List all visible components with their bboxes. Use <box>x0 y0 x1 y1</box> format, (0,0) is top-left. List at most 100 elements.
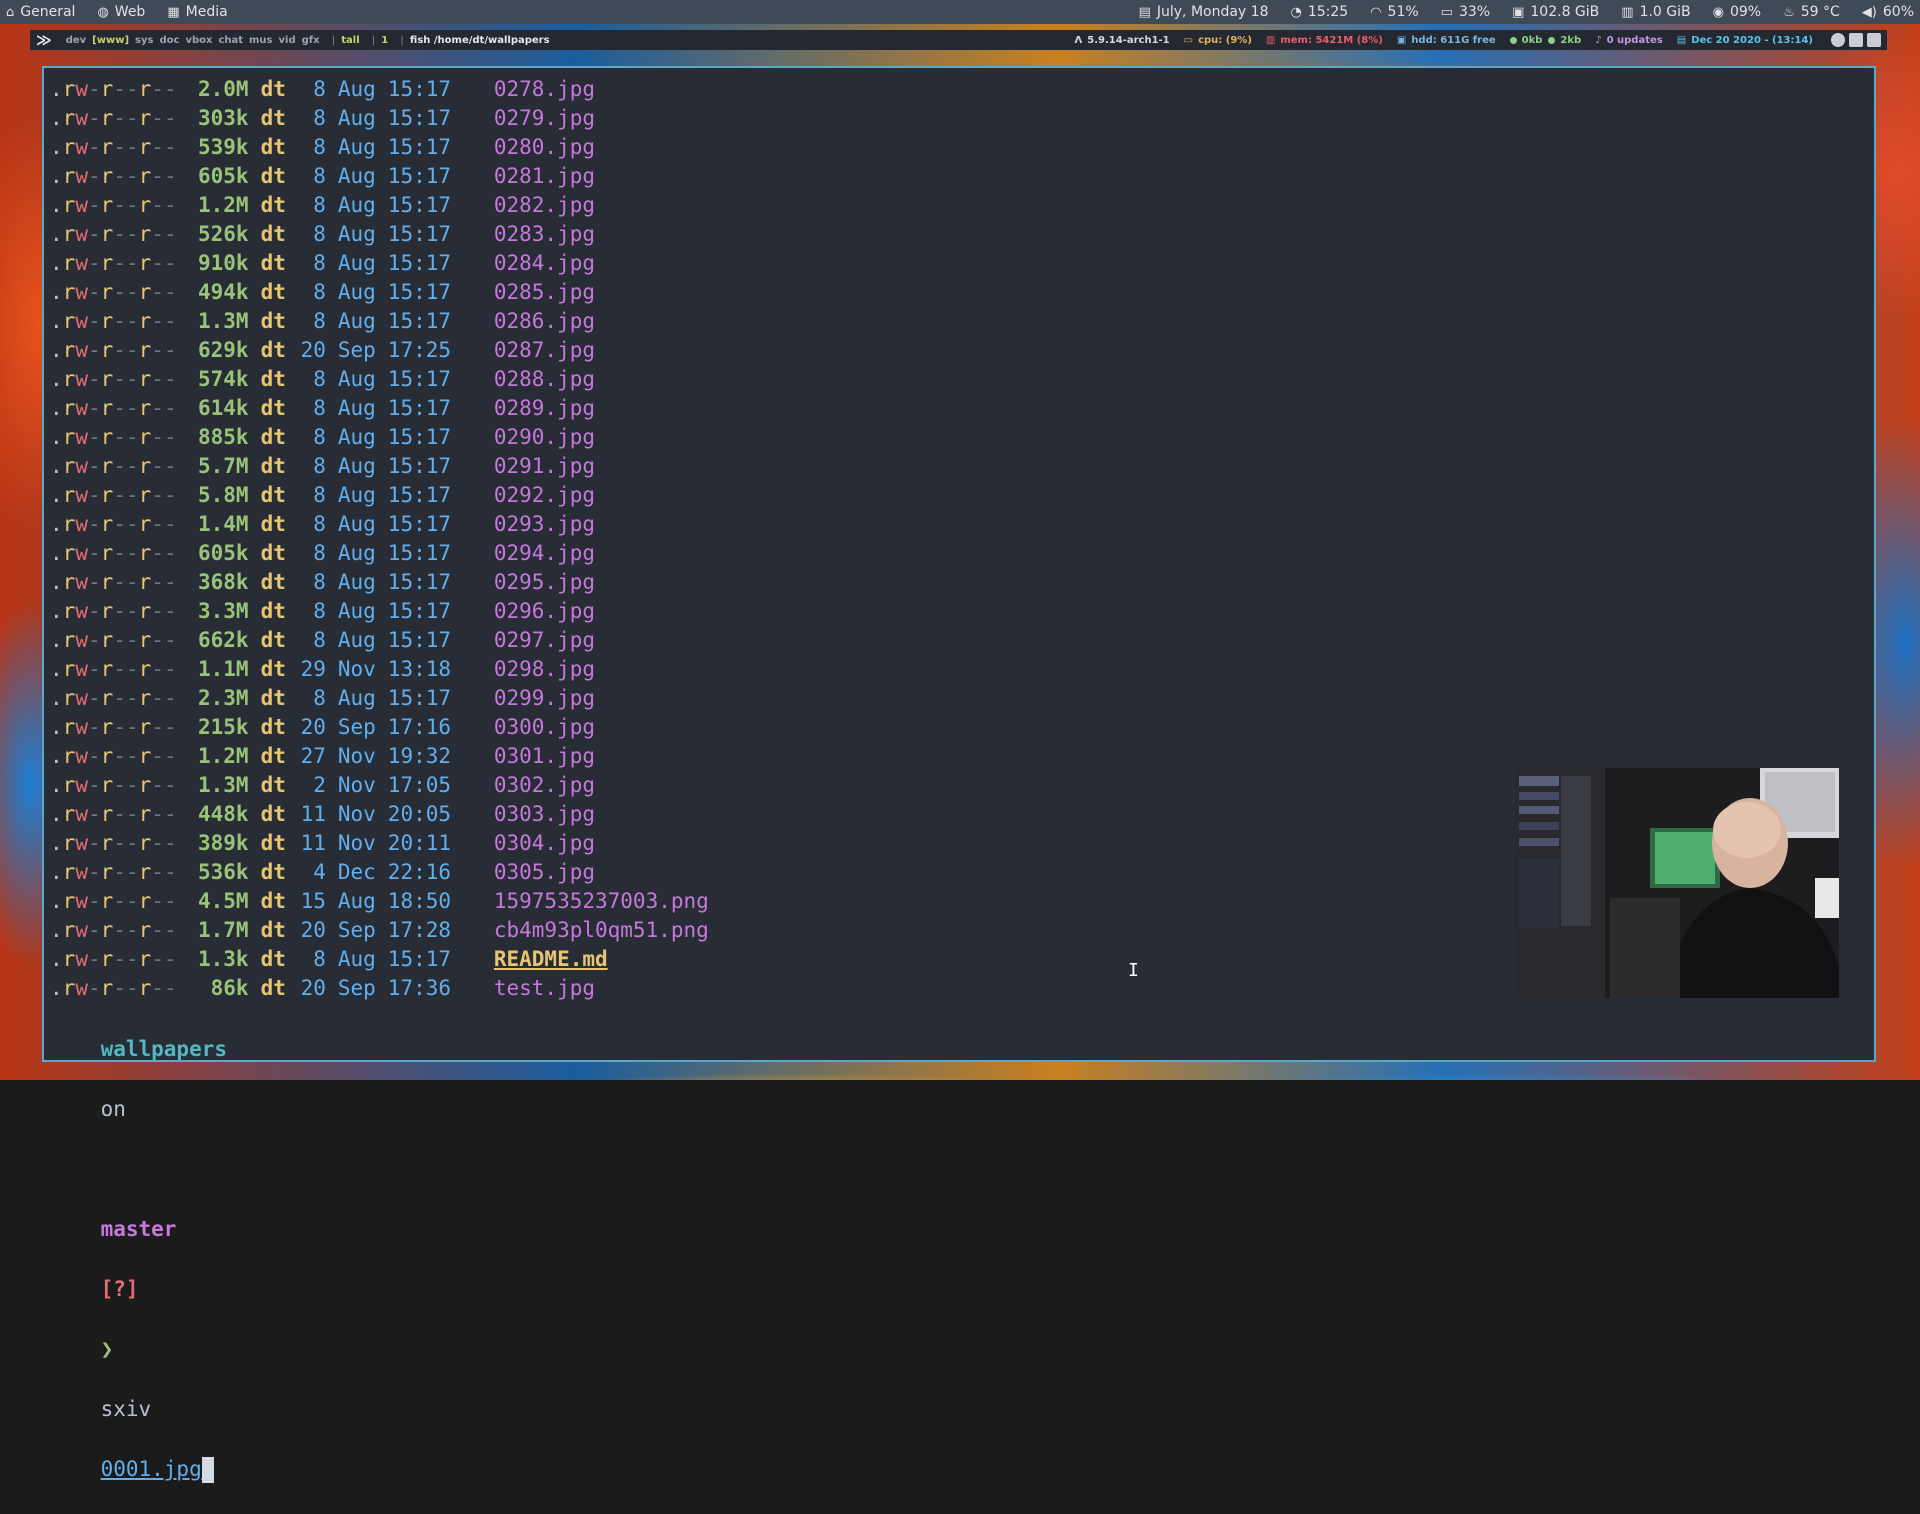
upload-icon <box>1548 36 1556 44</box>
tray-app-icon[interactable] <box>1831 33 1845 47</box>
file-date: 8 Aug 15:17 <box>298 75 484 104</box>
file-owner: dt <box>260 599 286 623</box>
file-owner: dt <box>260 280 286 304</box>
file-row: .rw-r--r-- 605k dt 8 Aug 15:17 0281.jpg <box>50 162 709 191</box>
panel-general-button[interactable]: ⌂ General <box>6 4 75 20</box>
file-date: 8 Aug 15:17 <box>298 481 484 510</box>
file-name[interactable]: 0283.jpg <box>494 222 595 246</box>
file-name[interactable]: 0292.jpg <box>494 483 595 507</box>
file-row: .rw-r--r-- 1.2M dt 8 Aug 15:17 0282.jpg <box>50 191 709 220</box>
panel-memory-label: 1.0 GiB <box>1639 4 1691 20</box>
panel-temperature[interactable]: ♨ 59 °C <box>1783 4 1840 20</box>
file-owner: dt <box>260 135 286 159</box>
file-name[interactable]: 0278.jpg <box>494 77 595 101</box>
kernel-info: Λ 5.9.14-arch1-1 <box>1075 35 1170 46</box>
webcam-image <box>1515 768 1839 998</box>
file-name[interactable]: 0298.jpg <box>494 657 595 681</box>
panel-wifi[interactable]: ◠ 51% <box>1370 4 1418 20</box>
file-name[interactable]: 0289.jpg <box>494 396 595 420</box>
file-name[interactable]: 0282.jpg <box>494 193 595 217</box>
file-name[interactable]: 0303.jpg <box>494 802 595 826</box>
file-name[interactable]: 0297.jpg <box>494 628 595 652</box>
panel-battery[interactable]: ▭ 33% <box>1441 4 1490 20</box>
workspace-sys[interactable]: sys <box>135 35 153 46</box>
file-day: 8 <box>313 164 326 188</box>
file-row: .rw-r--r-- 526k dt 8 Aug 15:17 0283.jpg <box>50 220 709 249</box>
panel-cpu-label: 09% <box>1729 4 1762 20</box>
shell-prompt[interactable]: wallpapers on master [?] ❯ sxiv 0001.jpg <box>50 1004 227 1483</box>
file-name[interactable]: test.jpg <box>494 976 595 1000</box>
file-name[interactable]: 0287.jpg <box>494 338 595 362</box>
panel-memory[interactable]: ▥ 1.0 GiB <box>1621 4 1690 20</box>
file-day: 20 <box>300 918 326 942</box>
file-name[interactable]: 0279.jpg <box>494 106 595 130</box>
file-name[interactable]: 0290.jpg <box>494 425 595 449</box>
workspace-www[interactable]: [www] <box>92 35 129 46</box>
xmonad-logo-icon[interactable]: ≫ <box>36 31 52 49</box>
prompt-command[interactable]: sxiv <box>101 1397 152 1421</box>
tray-network-icon[interactable] <box>1867 33 1881 47</box>
file-day: 8 <box>313 628 326 652</box>
file-name[interactable]: README.md <box>494 947 608 971</box>
workspace-dev[interactable]: dev <box>66 35 86 46</box>
panel-date[interactable]: ▤ July, Monday 18 <box>1139 4 1269 20</box>
file-name[interactable]: 0293.jpg <box>494 512 595 536</box>
panel-disk[interactable]: ▣ 102.8 GiB <box>1512 4 1599 20</box>
file-name[interactable]: 0301.jpg <box>494 744 595 768</box>
file-row: .rw-r--r-- 215k dt 20 Sep 17:16 0300.jpg <box>50 713 709 742</box>
file-name[interactable]: 0285.jpg <box>494 280 595 304</box>
file-row: .rw-r--r-- 662k dt 8 Aug 15:17 0297.jpg <box>50 626 709 655</box>
file-name[interactable]: 0294.jpg <box>494 541 595 565</box>
file-row: .rw-r--r-- 539k dt 8 Aug 15:17 0280.jpg <box>50 133 709 162</box>
file-name[interactable]: 0295.jpg <box>494 570 595 594</box>
file-name[interactable]: 0284.jpg <box>494 251 595 275</box>
file-name[interactable]: 0296.jpg <box>494 599 595 623</box>
workspace-mus[interactable]: mus <box>249 35 273 46</box>
file-name[interactable]: 1597535237003.png <box>494 889 709 913</box>
file-name[interactable]: 0305.jpg <box>494 860 595 884</box>
tray-volume-icon[interactable] <box>1849 33 1863 47</box>
panel-web-button[interactable]: ◍ Web <box>97 4 145 20</box>
file-name[interactable]: 0288.jpg <box>494 367 595 391</box>
file-date: 8 Aug 15:17 <box>298 133 484 162</box>
file-name[interactable]: cb4m93pl0qm51.png <box>494 918 709 942</box>
file-name[interactable]: 0280.jpg <box>494 135 595 159</box>
file-name[interactable]: 0302.jpg <box>494 773 595 797</box>
workspace-vbox[interactable]: vbox <box>185 35 212 46</box>
file-month: Aug <box>337 367 376 391</box>
panel-cpu[interactable]: ◉ 09% <box>1713 4 1761 20</box>
workspace-doc[interactable]: doc <box>159 35 179 46</box>
file-name[interactable]: 0300.jpg <box>494 715 595 739</box>
prompt-argument[interactable]: 0001.jpg <box>101 1457 202 1481</box>
panel-clock-label: 15:25 <box>1307 4 1349 20</box>
file-month: Aug <box>337 222 376 246</box>
top-panel: ⌂ General ◍ Web ▦ Media ▤ July, Monday 1… <box>0 0 1920 24</box>
workspace-vid[interactable]: vid <box>279 35 296 46</box>
file-name[interactable]: 0281.jpg <box>494 164 595 188</box>
file-month: Aug <box>337 280 376 304</box>
file-name[interactable]: 0304.jpg <box>494 831 595 855</box>
panel-clock[interactable]: ◔ 15:25 <box>1291 4 1349 20</box>
file-name[interactable]: 0299.jpg <box>494 686 595 710</box>
file-size: 662k <box>197 628 249 652</box>
panel-media-button[interactable]: ▦ Media <box>167 4 227 20</box>
file-day: 8 <box>313 570 326 594</box>
file-date: 8 Aug 15:17 <box>298 945 484 974</box>
updates-info[interactable]: ♪ 0 updates <box>1595 35 1663 46</box>
panel-volume[interactable]: ◀) 60% <box>1862 4 1914 20</box>
cpu-label: cpu: (9%) <box>1198 34 1252 46</box>
file-row: .rw-r--r-- 1.3M dt 2 Nov 17:05 0302.jpg <box>50 771 709 800</box>
file-owner: dt <box>260 396 286 420</box>
file-name[interactable]: 0286.jpg <box>494 309 595 333</box>
file-date: 8 Aug 15:17 <box>298 684 484 713</box>
workspace-chat[interactable]: chat <box>218 35 243 46</box>
file-time: 15:17 <box>387 309 452 333</box>
file-permissions: .rw-r--r-- <box>50 425 177 449</box>
layout-indicator[interactable]: tall <box>341 35 359 46</box>
file-permissions: .rw-r--r-- <box>50 222 177 246</box>
file-name[interactable]: 0291.jpg <box>494 454 595 478</box>
globe-icon: ◍ <box>97 4 109 20</box>
terminal-cursor <box>201 1457 214 1483</box>
workspace-gfx[interactable]: gfx <box>302 35 320 46</box>
file-row: .rw-r--r-- 1.3M dt 8 Aug 15:17 0286.jpg <box>50 307 709 336</box>
